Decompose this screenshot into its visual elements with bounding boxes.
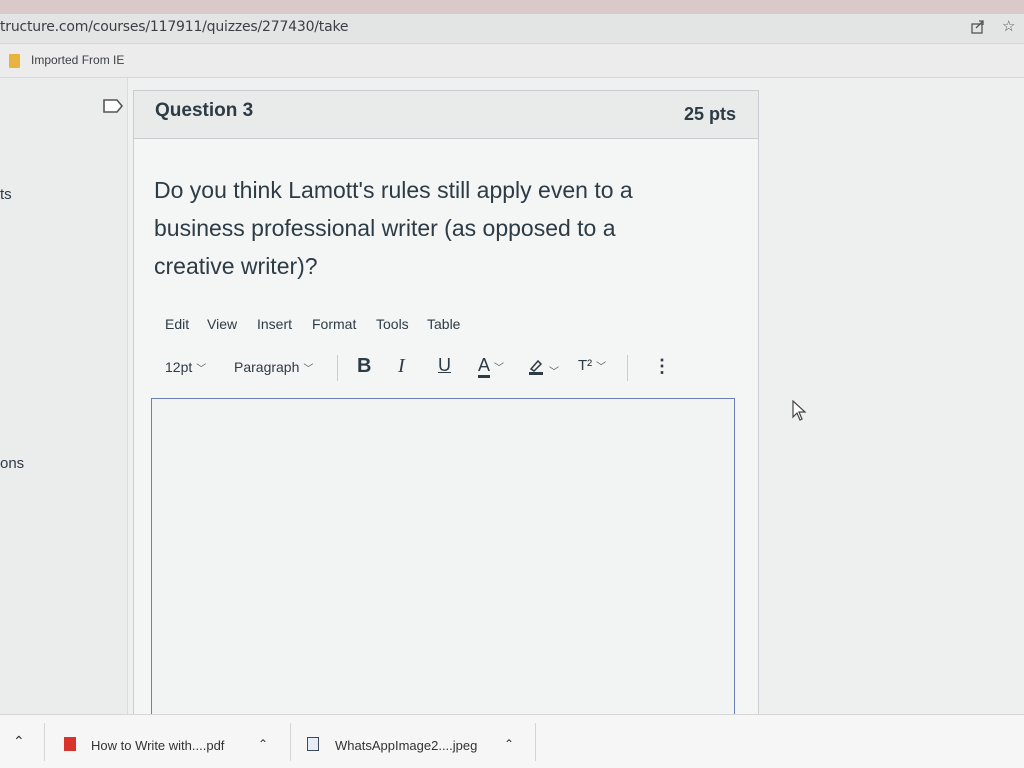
image-file-icon [307, 737, 319, 751]
highlighter-icon [529, 359, 543, 375]
download-item-name: WhatsAppImage2....jpeg [335, 738, 478, 753]
superscript-button[interactable]: T² ﹀ [578, 357, 606, 374]
toolbar-divider [627, 355, 628, 381]
chevron-down-icon: ﹀ [549, 367, 559, 378]
chevron-up-icon[interactable]: ⌃ [504, 737, 514, 751]
superscript-icon: T² [578, 357, 593, 374]
block-format-value: Paragraph [234, 359, 300, 375]
font-size-value: 12pt [165, 359, 193, 375]
toolbar-divider [337, 355, 338, 381]
text-color-icon: A [478, 355, 491, 378]
menu-edit[interactable]: Edit [165, 316, 189, 332]
question-text-line: business professional writer (as opposed… [154, 215, 616, 241]
downloads-divider [535, 723, 536, 761]
right-panel [760, 78, 1024, 714]
pdf-icon [64, 737, 76, 751]
font-size-select[interactable]: 12pt ﹀ [165, 359, 206, 375]
chevron-down-icon: ﹀ [303, 364, 314, 375]
answer-editor-area[interactable] [151, 398, 735, 738]
sidebar-item-fragment[interactable]: ts [0, 186, 12, 203]
block-format-select[interactable]: Paragraph ﹀ [234, 359, 313, 375]
question-points: 25 pts [683, 104, 736, 124]
downloads-divider [44, 723, 45, 761]
page-content: ts ons Question 3 25 pts Do you think La… [0, 78, 1024, 738]
downloads-divider [290, 723, 291, 761]
download-item[interactable]: How to Write with....pdf ⌃ [46, 715, 286, 768]
bold-button[interactable]: B [357, 355, 371, 378]
highlight-color-button[interactable]: ﹀ [527, 357, 559, 380]
chevron-down-icon: ﹀ [494, 363, 505, 374]
sidebar-item-fragment[interactable]: ons [0, 455, 24, 472]
bookmark-imported-from-ie[interactable]: Imported From IE [31, 53, 124, 67]
question-text: Do you think Lamott's rules still apply … [154, 171, 714, 285]
share-icon[interactable] [970, 19, 986, 39]
url-text[interactable]: tructure.com/courses/117911/quizzes/2774… [0, 19, 349, 35]
menu-view[interactable]: View [207, 316, 237, 332]
window-top-strip [0, 0, 1024, 14]
menu-tools[interactable]: Tools [376, 316, 409, 332]
more-options-icon[interactable]: ⋮ [653, 356, 671, 377]
editor-toolbar: 12pt ﹀ Paragraph ﹀ B I U A ﹀ ﹀ T² ﹀ ⋮ [165, 355, 685, 383]
question-header: Question 3 25 pts [134, 91, 758, 139]
left-navigation: ts ons [0, 78, 128, 714]
underline-button[interactable]: U [438, 355, 451, 376]
mouse-cursor-icon [792, 400, 807, 421]
bookmarks-bar: Imported From IE [0, 44, 1024, 78]
chevron-down-icon: ﹀ [196, 364, 207, 375]
question-title: Question 3 [155, 100, 254, 121]
folder-icon [9, 54, 20, 68]
chevron-down-icon: ﹀ [596, 362, 607, 373]
menu-insert[interactable]: Insert [257, 316, 292, 332]
chevron-up-icon[interactable]: ⌃ [13, 733, 25, 750]
question-card: Question 3 25 pts Do you think Lamott's … [133, 90, 759, 738]
address-bar[interactable]: tructure.com/courses/117911/quizzes/2774… [0, 14, 1024, 44]
star-icon[interactable]: ☆ [1002, 17, 1015, 35]
flag-question-icon[interactable] [102, 98, 124, 114]
menu-format[interactable]: Format [312, 316, 356, 332]
question-text-line: Do you think Lamott's rules still apply … [154, 177, 633, 203]
question-text-line: creative writer)? [154, 253, 318, 279]
chevron-up-icon[interactable]: ⌃ [258, 737, 268, 751]
text-color-button[interactable]: A ﹀ [478, 355, 505, 378]
italic-button[interactable]: I [398, 355, 405, 378]
downloads-bar: ⌃ How to Write with....pdf ⌃ WhatsAppIma… [0, 714, 1024, 768]
download-item[interactable]: WhatsAppImage2....jpeg ⌃ [292, 715, 532, 768]
menu-table[interactable]: Table [427, 316, 460, 332]
download-item-name: How to Write with....pdf [91, 738, 225, 753]
